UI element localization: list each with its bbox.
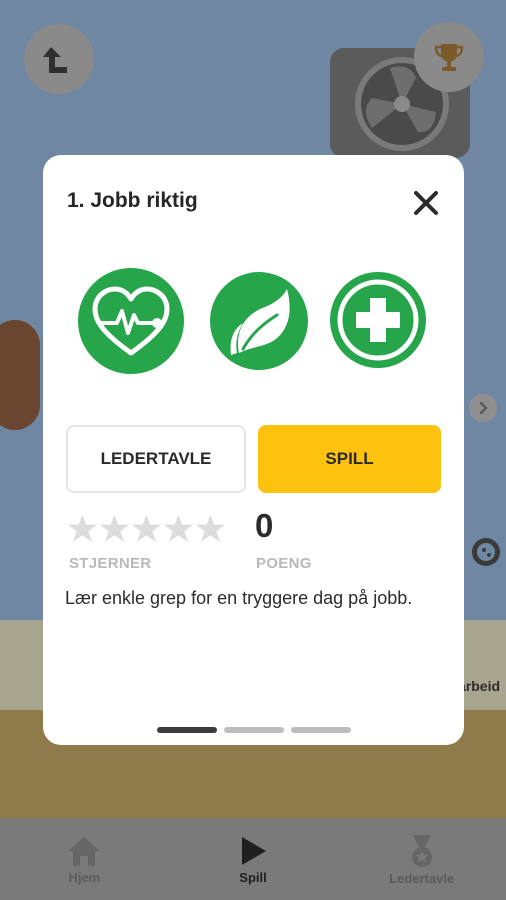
background-card-title: arbeid [458,678,501,694]
score-label: POENG [256,555,312,572]
level-dialog: 1. Jobb riktig LEDERTAVLE SPILL STJERNER… [43,155,464,745]
bottom-navigation: Hjem Spill Ledertavle [0,818,506,900]
nav-item-leaderboard[interactable]: Ledertavle [337,818,506,900]
page-indicator-dot[interactable] [291,727,351,733]
medical-cross-icon [330,272,426,368]
star-rating [67,513,226,544]
back-button[interactable] [24,24,94,94]
score-value: 0 [255,507,274,544]
nav-label-play: Spill [239,869,267,885]
star-icon [131,514,162,543]
page-indicator-dot[interactable] [157,727,217,733]
category-icons [77,267,427,377]
chevron-right-icon [479,401,488,415]
close-icon [414,191,438,215]
star-icon [163,514,194,543]
level-description: Lær enkle grep for en tryggere dag på jo… [65,588,413,608]
heart-pulse-icon [78,268,184,374]
stars-label: STJERNER [69,555,152,572]
next-arrow-button[interactable] [469,394,497,422]
play-icon [242,836,266,865]
nav-label-home: Hjem [68,869,101,885]
trophy-button[interactable] [414,22,484,92]
dialog-title: 1. Jobb riktig [67,189,198,212]
page-indicator-dot[interactable] [224,727,284,733]
leaf-icon [210,272,308,370]
close-button[interactable] [409,186,443,220]
star-icon [99,514,130,543]
star-icon [67,514,98,543]
play-button[interactable]: SPILL [258,425,441,493]
nav-item-home[interactable]: Hjem [0,818,169,900]
trophy-icon [434,44,464,71]
back-arrow-icon [43,47,67,73]
leaderboard-button[interactable]: LEDERTAVLE [66,425,246,493]
star-icon [195,514,226,543]
gear-illustration [472,538,500,566]
nav-item-play[interactable]: Spill [169,818,338,900]
home-icon [68,836,101,866]
nav-label-leaderboard: Ledertavle [389,870,455,886]
background-character [0,320,40,430]
medal-icon [411,834,432,867]
page-indicator [157,727,351,733]
